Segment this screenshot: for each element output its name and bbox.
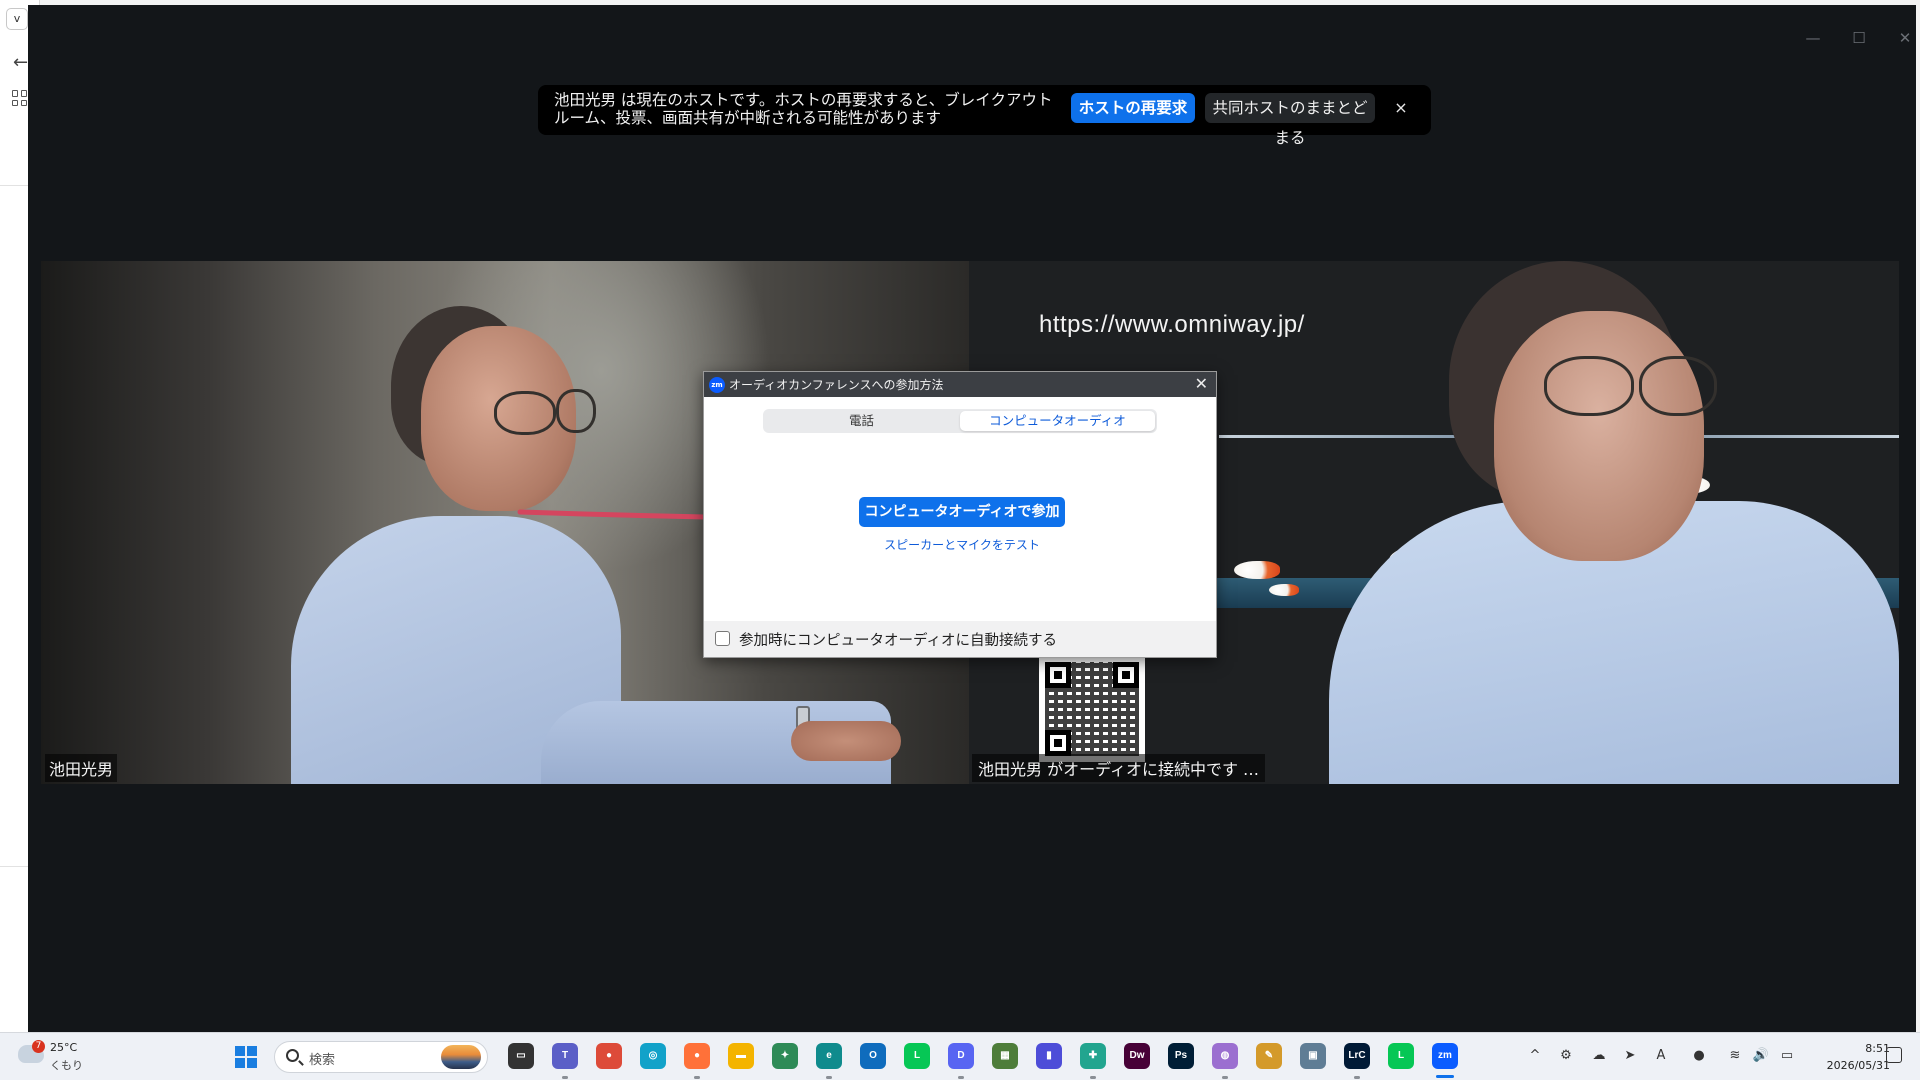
copilot-icon[interactable]: ◎ xyxy=(640,1043,666,1069)
app-screen-icon[interactable]: ▣ xyxy=(1300,1043,1326,1069)
running-app-indicator xyxy=(694,1076,700,1079)
weather-condition: くもり xyxy=(50,1059,83,1072)
stay-cohost-button[interactable]: 共同ホストのままとどまる xyxy=(1205,93,1375,147)
join-audio-dialog: zm オーディオカンファレンスへの参加方法 ✕ 電話 コンピュータオーディオ コ… xyxy=(703,371,1217,658)
participant-name-label: 池田光男 xyxy=(45,754,118,782)
line-work-icon[interactable]: L xyxy=(904,1043,930,1069)
chrome-icon[interactable]: ● xyxy=(596,1043,622,1069)
app-purple-icon[interactable]: ◍ xyxy=(1212,1043,1238,1069)
app-colorful-icon[interactable]: ▦ xyxy=(992,1043,1018,1069)
audio-method-tabs: 電話 コンピュータオーディオ xyxy=(763,409,1157,433)
notification-icon[interactable] xyxy=(1886,1047,1902,1063)
running-app-indicator xyxy=(826,1076,832,1079)
app-paint-icon[interactable]: ✎ xyxy=(1256,1043,1282,1069)
running-app-indicator xyxy=(1222,1076,1228,1079)
zoom-icon[interactable]: zm xyxy=(1432,1043,1458,1069)
tab-phone[interactable]: 電話 xyxy=(765,411,958,431)
audio-app-icon[interactable]: ▮ xyxy=(1036,1043,1062,1069)
koi-fish-decoration xyxy=(1269,584,1299,596)
join-computer-audio-button[interactable]: コンピュータオーディオで参加 xyxy=(859,497,1065,527)
tab-dropdown-button[interactable]: v xyxy=(6,8,28,30)
search-icon xyxy=(286,1049,299,1062)
host-reclaim-banner: 池田光男 は現在のホストです。ホストの再要求すると、ブレイクアウト ルーム、投票… xyxy=(538,85,1431,147)
firefox-icon[interactable]: ● xyxy=(684,1043,710,1069)
apps-grid-icon[interactable] xyxy=(12,90,28,106)
tray-icon-4[interactable]: A xyxy=(1652,1048,1670,1063)
discord-icon[interactable]: D xyxy=(948,1043,974,1069)
back-arrow-icon[interactable]: ← xyxy=(13,52,28,73)
qr-code-image xyxy=(1039,656,1145,762)
tray-icon-2[interactable]: ☁ xyxy=(1590,1048,1608,1063)
search-placeholder: 検索 xyxy=(309,1053,336,1068)
close-window-button[interactable]: ✕ xyxy=(1888,25,1920,51)
test-speaker-mic-link[interactable]: スピーカーとマイクをテスト xyxy=(859,536,1065,553)
clock-date[interactable]: 2026/05/31 xyxy=(1812,1059,1890,1072)
taskbar: 7 25°C くもり 検索 ▭ T ● ◎ ● ▬ ✦ e O L D ▦ ▮ ✚ Dw Ps ◍ ✎ ▣ LrC Lz… xyxy=(0,1032,1920,1080)
virtual-background-url: https://www.omniway.jp/ xyxy=(1039,311,1305,338)
participant-video-image xyxy=(1329,261,1899,784)
tray-icon-3[interactable]: ➤ xyxy=(1621,1048,1639,1063)
dialog-title: オーディオカンファレンスへの参加方法 xyxy=(729,378,944,392)
tray-icon-7[interactable]: 🔊 xyxy=(1752,1048,1770,1063)
line-icon[interactable]: L xyxy=(1388,1043,1414,1069)
zoom-logo-icon: zm xyxy=(709,377,725,393)
running-app-indicator xyxy=(1354,1076,1360,1079)
dialog-close-icon[interactable]: ✕ xyxy=(1195,374,1208,393)
weather-badge: 7 xyxy=(32,1040,45,1053)
host-banner-message: 池田光男 は現在のホストです。ホストの再要求すると、ブレイクアウト ルーム、投票… xyxy=(554,91,1053,127)
running-app-indicator xyxy=(1090,1076,1096,1079)
tray-icon-1[interactable]: ⚙ xyxy=(1557,1048,1575,1063)
tray-icon-6[interactable]: ≋ xyxy=(1726,1048,1744,1063)
photoshop-icon[interactable]: Ps xyxy=(1168,1043,1194,1069)
koi-fish-decoration xyxy=(1234,561,1280,579)
tray-icon-0[interactable]: ^ xyxy=(1526,1048,1544,1063)
dialog-titlebar: zm オーディオカンファレンスへの参加方法 ✕ xyxy=(704,372,1216,397)
dialog-footer: 参加時にコンピュータオーディオに自動接続する xyxy=(704,621,1216,657)
windows-start-icon[interactable] xyxy=(235,1046,257,1068)
auto-connect-checkbox[interactable] xyxy=(715,631,730,646)
teams-icon[interactable]: T xyxy=(552,1043,578,1069)
auto-connect-label[interactable]: 参加時にコンピュータオーディオに自動接続する xyxy=(739,629,1057,650)
tray-icon-5[interactable]: ● xyxy=(1690,1048,1708,1063)
close-icon[interactable]: × xyxy=(1388,95,1414,121)
edge-icon[interactable]: e xyxy=(816,1043,842,1069)
task-view-icon[interactable]: ▭ xyxy=(508,1043,534,1069)
weather-temperature: 25°C xyxy=(50,1041,78,1054)
audio-connecting-status: 池田光男 がオーディオに接続中です … xyxy=(972,754,1266,782)
taskbar-search-box[interactable]: 検索 xyxy=(274,1041,488,1073)
maximize-button[interactable]: ☐ xyxy=(1842,25,1876,51)
lightroom-icon[interactable]: LrC xyxy=(1344,1043,1370,1069)
clock-time[interactable]: 8:51 xyxy=(1840,1042,1890,1055)
running-app-indicator xyxy=(562,1076,568,1079)
tab-computer-audio[interactable]: コンピュータオーディオ xyxy=(960,411,1155,431)
active-app-indicator xyxy=(1436,1075,1454,1078)
file-explorer-icon[interactable]: ▬ xyxy=(728,1043,754,1069)
tray-icon-8[interactable]: ▭ xyxy=(1778,1048,1796,1063)
minimize-button[interactable]: — xyxy=(1796,25,1830,51)
outlook-icon[interactable]: O xyxy=(860,1043,886,1069)
reclaim-host-button[interactable]: ホストの再要求 xyxy=(1071,93,1195,123)
dreamweaver-icon[interactable]: Dw xyxy=(1124,1043,1150,1069)
app-teal-icon[interactable]: ✚ xyxy=(1080,1043,1106,1069)
running-app-indicator xyxy=(958,1076,964,1079)
search-highlight-image xyxy=(441,1045,481,1069)
app-green-icon[interactable]: ✦ xyxy=(772,1043,798,1069)
